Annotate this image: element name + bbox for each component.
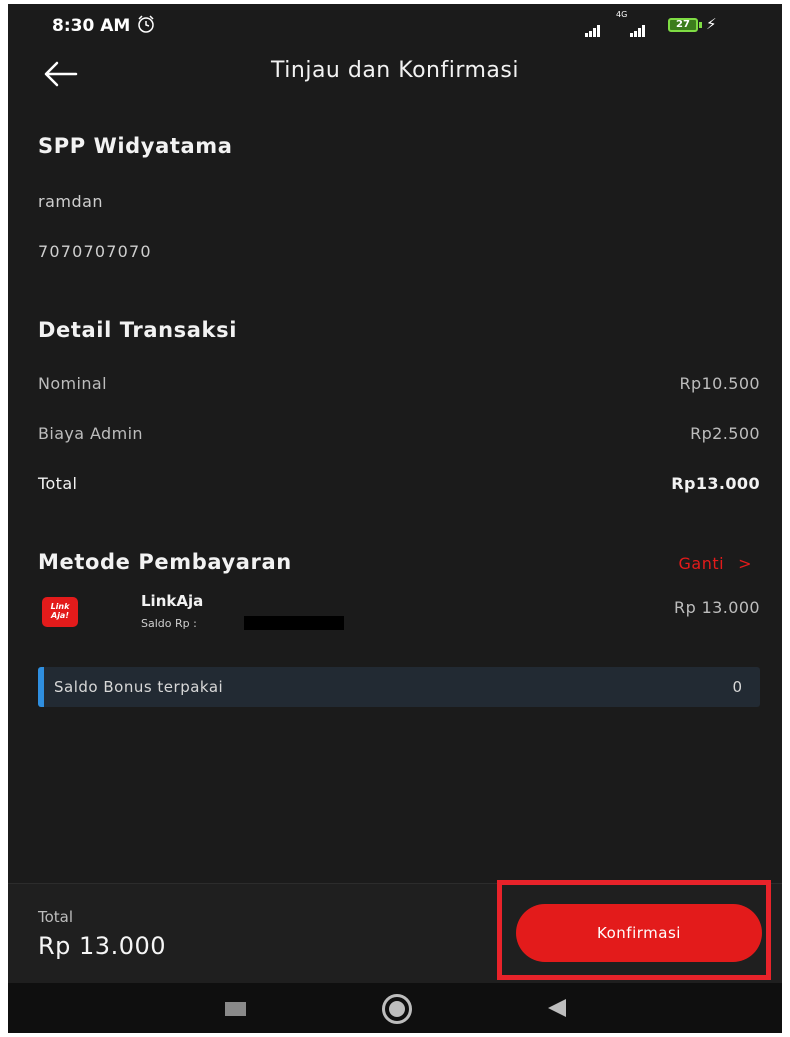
phone-screen: 8:30 AM 4G 27 ⚡ Tinjau dan Konfirmasi SP… (8, 4, 782, 1033)
detail-heading: Detail Transaksi (38, 318, 238, 342)
detail-row-admin-fee: Biaya Admin Rp2.500 (38, 424, 760, 448)
redacted-balance (244, 616, 344, 630)
battery-icon: 27 (668, 18, 698, 32)
triangle-back-icon[interactable] (548, 999, 566, 1017)
confirm-button[interactable]: Konfirmasi (516, 904, 762, 962)
detail-row-total: Total Rp13.000 (38, 474, 760, 498)
payment-method-name: LinkAja (141, 592, 204, 610)
charging-icon: ⚡ (706, 15, 717, 33)
alarm-clock-icon (138, 15, 154, 33)
detail-value: Rp13.000 (671, 474, 760, 493)
change-method-link[interactable]: Ganti > (679, 554, 752, 573)
bonus-balance-row: Saldo Bonus terpakai 0 (38, 667, 760, 707)
battery-tip (699, 22, 702, 28)
customer-name: ramdan (38, 192, 104, 211)
payment-method-amount: Rp 13.000 (674, 598, 760, 617)
footer-total-value: Rp 13.000 (38, 932, 167, 960)
customer-id: 7070707070 (38, 242, 152, 261)
detail-value: Rp10.500 (679, 374, 760, 393)
detail-row-nominal: Nominal Rp10.500 (38, 374, 760, 398)
status-bar: 8:30 AM 4G 27 ⚡ (8, 4, 782, 46)
network-type: 4G (616, 10, 628, 19)
system-nav-bar (8, 983, 782, 1033)
footer-total-label: Total (38, 908, 74, 926)
detail-label: Total (38, 474, 78, 493)
payment-balance-label: Saldo Rp : (141, 617, 197, 630)
biller-name: SPP Widyatama (38, 134, 233, 158)
bonus-label: Saldo Bonus terpakai (54, 678, 224, 696)
detail-value: Rp2.500 (690, 424, 760, 443)
detail-label: Biaya Admin (38, 424, 143, 443)
detail-label: Nominal (38, 374, 107, 393)
page-title: Tinjau dan Konfirmasi (271, 58, 519, 83)
signal-icon (585, 18, 601, 37)
square-icon[interactable] (225, 1002, 246, 1016)
payment-heading: Metode Pembayaran (38, 550, 292, 574)
change-method-label: Ganti (678, 554, 725, 573)
bonus-value: 0 (732, 678, 742, 696)
chevron-right-icon: > (738, 554, 752, 573)
linkaja-logo: Link Aja! (42, 597, 78, 627)
circle-icon[interactable] (382, 994, 412, 1024)
status-time: 8:30 AM (52, 16, 131, 36)
signal-icon-2 (630, 18, 646, 37)
